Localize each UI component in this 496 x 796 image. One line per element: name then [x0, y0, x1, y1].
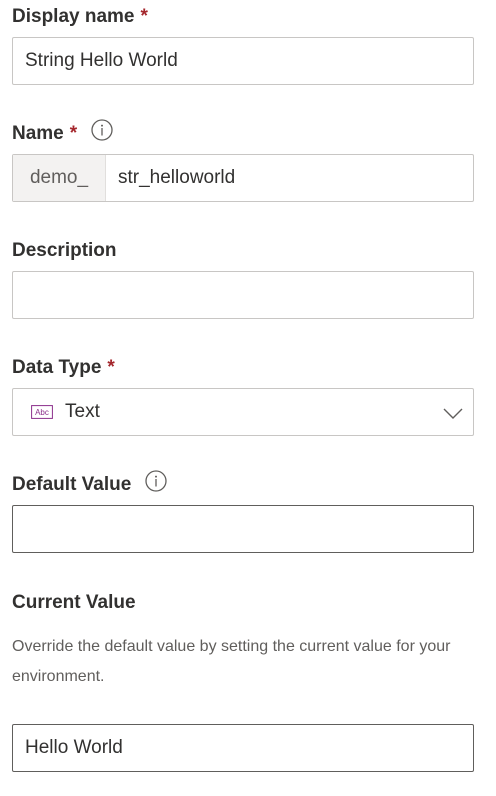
svg-text:Abc: Abc	[35, 408, 49, 417]
display-name-label: Display name *	[12, 5, 148, 29]
name-input-group: demo_ str_helloworld	[12, 154, 474, 202]
current-value-value: Hello World	[25, 737, 123, 758]
current-value-input[interactable]: Hello World	[12, 724, 474, 772]
info-icon[interactable]	[91, 119, 113, 141]
current-value-label-text: Current Value	[12, 592, 136, 613]
description-label: Description	[12, 239, 117, 263]
description-input[interactable]	[12, 271, 474, 319]
display-name-label-text: Display name	[12, 6, 135, 27]
required-mark: *	[69, 123, 78, 144]
current-value-helper-text: Override the default value by setting th…	[12, 638, 451, 685]
required-mark: *	[107, 357, 115, 378]
required-mark: *	[140, 6, 148, 27]
name-label: Name *	[12, 119, 113, 146]
abc-text-icon: Abc	[31, 405, 53, 419]
data-type-label-text: Data Type	[12, 357, 102, 378]
data-type-selected: Text	[65, 401, 100, 422]
description-label-text: Description	[12, 240, 117, 261]
current-value-label: Current Value	[12, 591, 136, 615]
publisher-prefix: demo_	[13, 155, 106, 201]
chevron-down-icon	[443, 403, 463, 423]
name-input[interactable]: str_helloworld	[106, 167, 235, 189]
default-value-label: Default Value	[12, 470, 167, 497]
display-name-value: String Hello World	[25, 50, 178, 71]
data-type-dropdown[interactable]: Abc Text	[12, 388, 474, 436]
display-name-input[interactable]: String Hello World	[12, 37, 474, 85]
data-type-label: Data Type *	[12, 356, 115, 380]
default-value-label-text: Default Value	[12, 474, 132, 495]
default-value-input[interactable]	[12, 505, 474, 553]
name-label-text: Name	[12, 123, 64, 144]
info-icon[interactable]	[145, 470, 167, 492]
